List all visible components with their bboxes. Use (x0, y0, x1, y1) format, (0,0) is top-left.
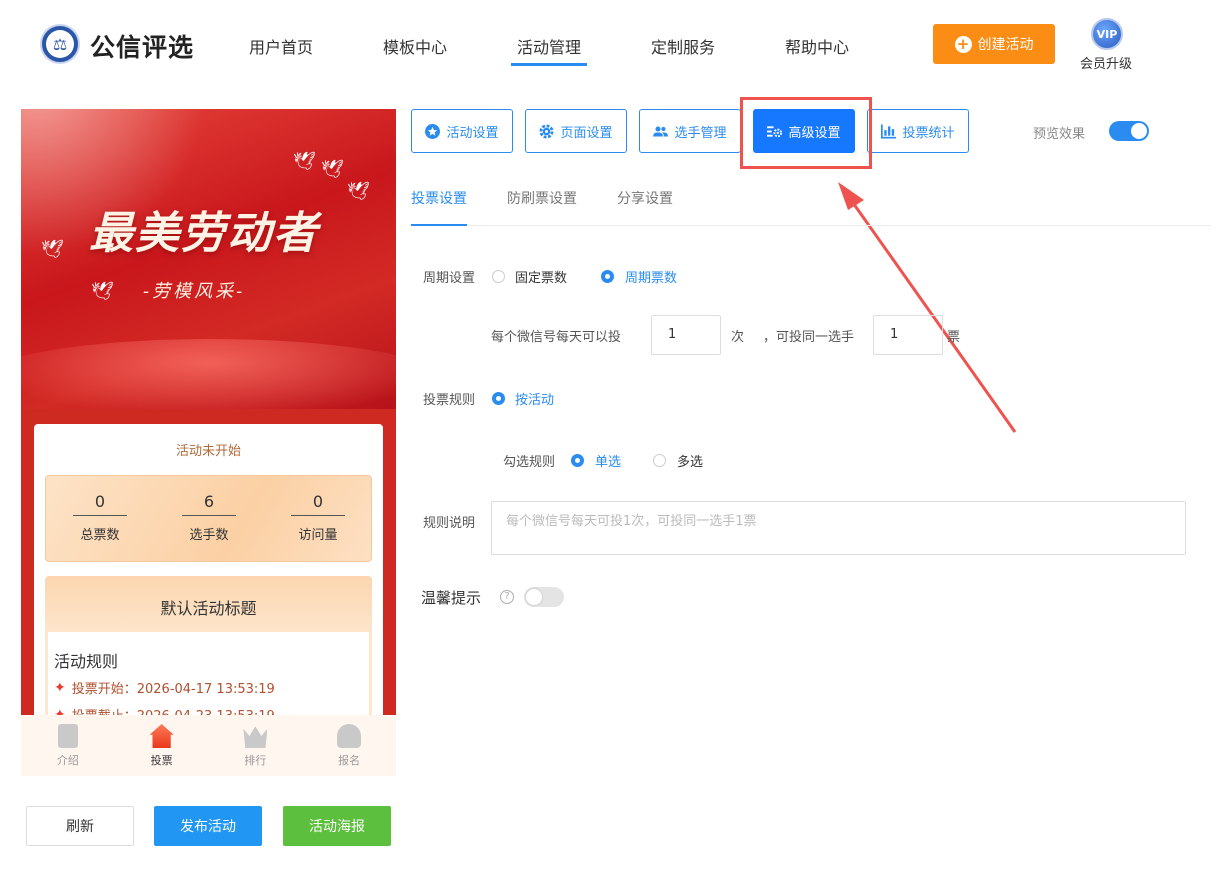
cycle-period-radio[interactable] (601, 270, 614, 283)
per-day-label: 每个微信号每天可以投 (491, 330, 622, 345)
single-select-radio[interactable] (571, 454, 584, 467)
warm-tip-label: 温馨提示 (421, 589, 482, 607)
rule-description-input[interactable] (491, 501, 1186, 555)
multi-select-radio[interactable] (653, 454, 666, 467)
cycle-fixed-radio[interactable] (492, 270, 505, 283)
subtab-active-underline (411, 224, 467, 226)
help-icon[interactable]: ? (500, 590, 514, 604)
subtab-divider (411, 225, 1211, 226)
per-day-votes-input[interactable]: 1 (651, 315, 721, 355)
arrow-annotation (838, 182, 1017, 433)
rule-description-label: 规则说明 (423, 516, 476, 531)
multi-select-label[interactable]: 多选 (677, 451, 703, 470)
tab-share-settings[interactable]: 分享设置 (617, 188, 673, 208)
cycle-fixed-label[interactable]: 固定票数 (515, 267, 567, 286)
times-unit: 次 (731, 330, 745, 345)
rule-by-activity-radio[interactable] (492, 392, 505, 405)
rule-by-activity-label[interactable]: 按活动 (515, 389, 554, 408)
tab-anti-fraud-settings[interactable]: 防刷票设置 (507, 188, 577, 208)
cycle-period-label[interactable]: 周期票数 (625, 267, 677, 286)
same-contestant-label: ，可投同一选手 (763, 330, 855, 345)
votes-unit: 票 (947, 330, 961, 345)
same-contestant-votes-input[interactable]: 1 (873, 315, 943, 355)
single-select-label[interactable]: 单选 (595, 451, 621, 470)
vote-rule-label: 投票规则 (423, 393, 476, 408)
tab-vote-settings[interactable]: 投票设置 (411, 188, 467, 208)
cycle-settings-label: 周期设置 (423, 271, 476, 286)
warm-tip-toggle[interactable] (524, 587, 564, 607)
select-rule-label: 勾选规则 (503, 455, 556, 470)
